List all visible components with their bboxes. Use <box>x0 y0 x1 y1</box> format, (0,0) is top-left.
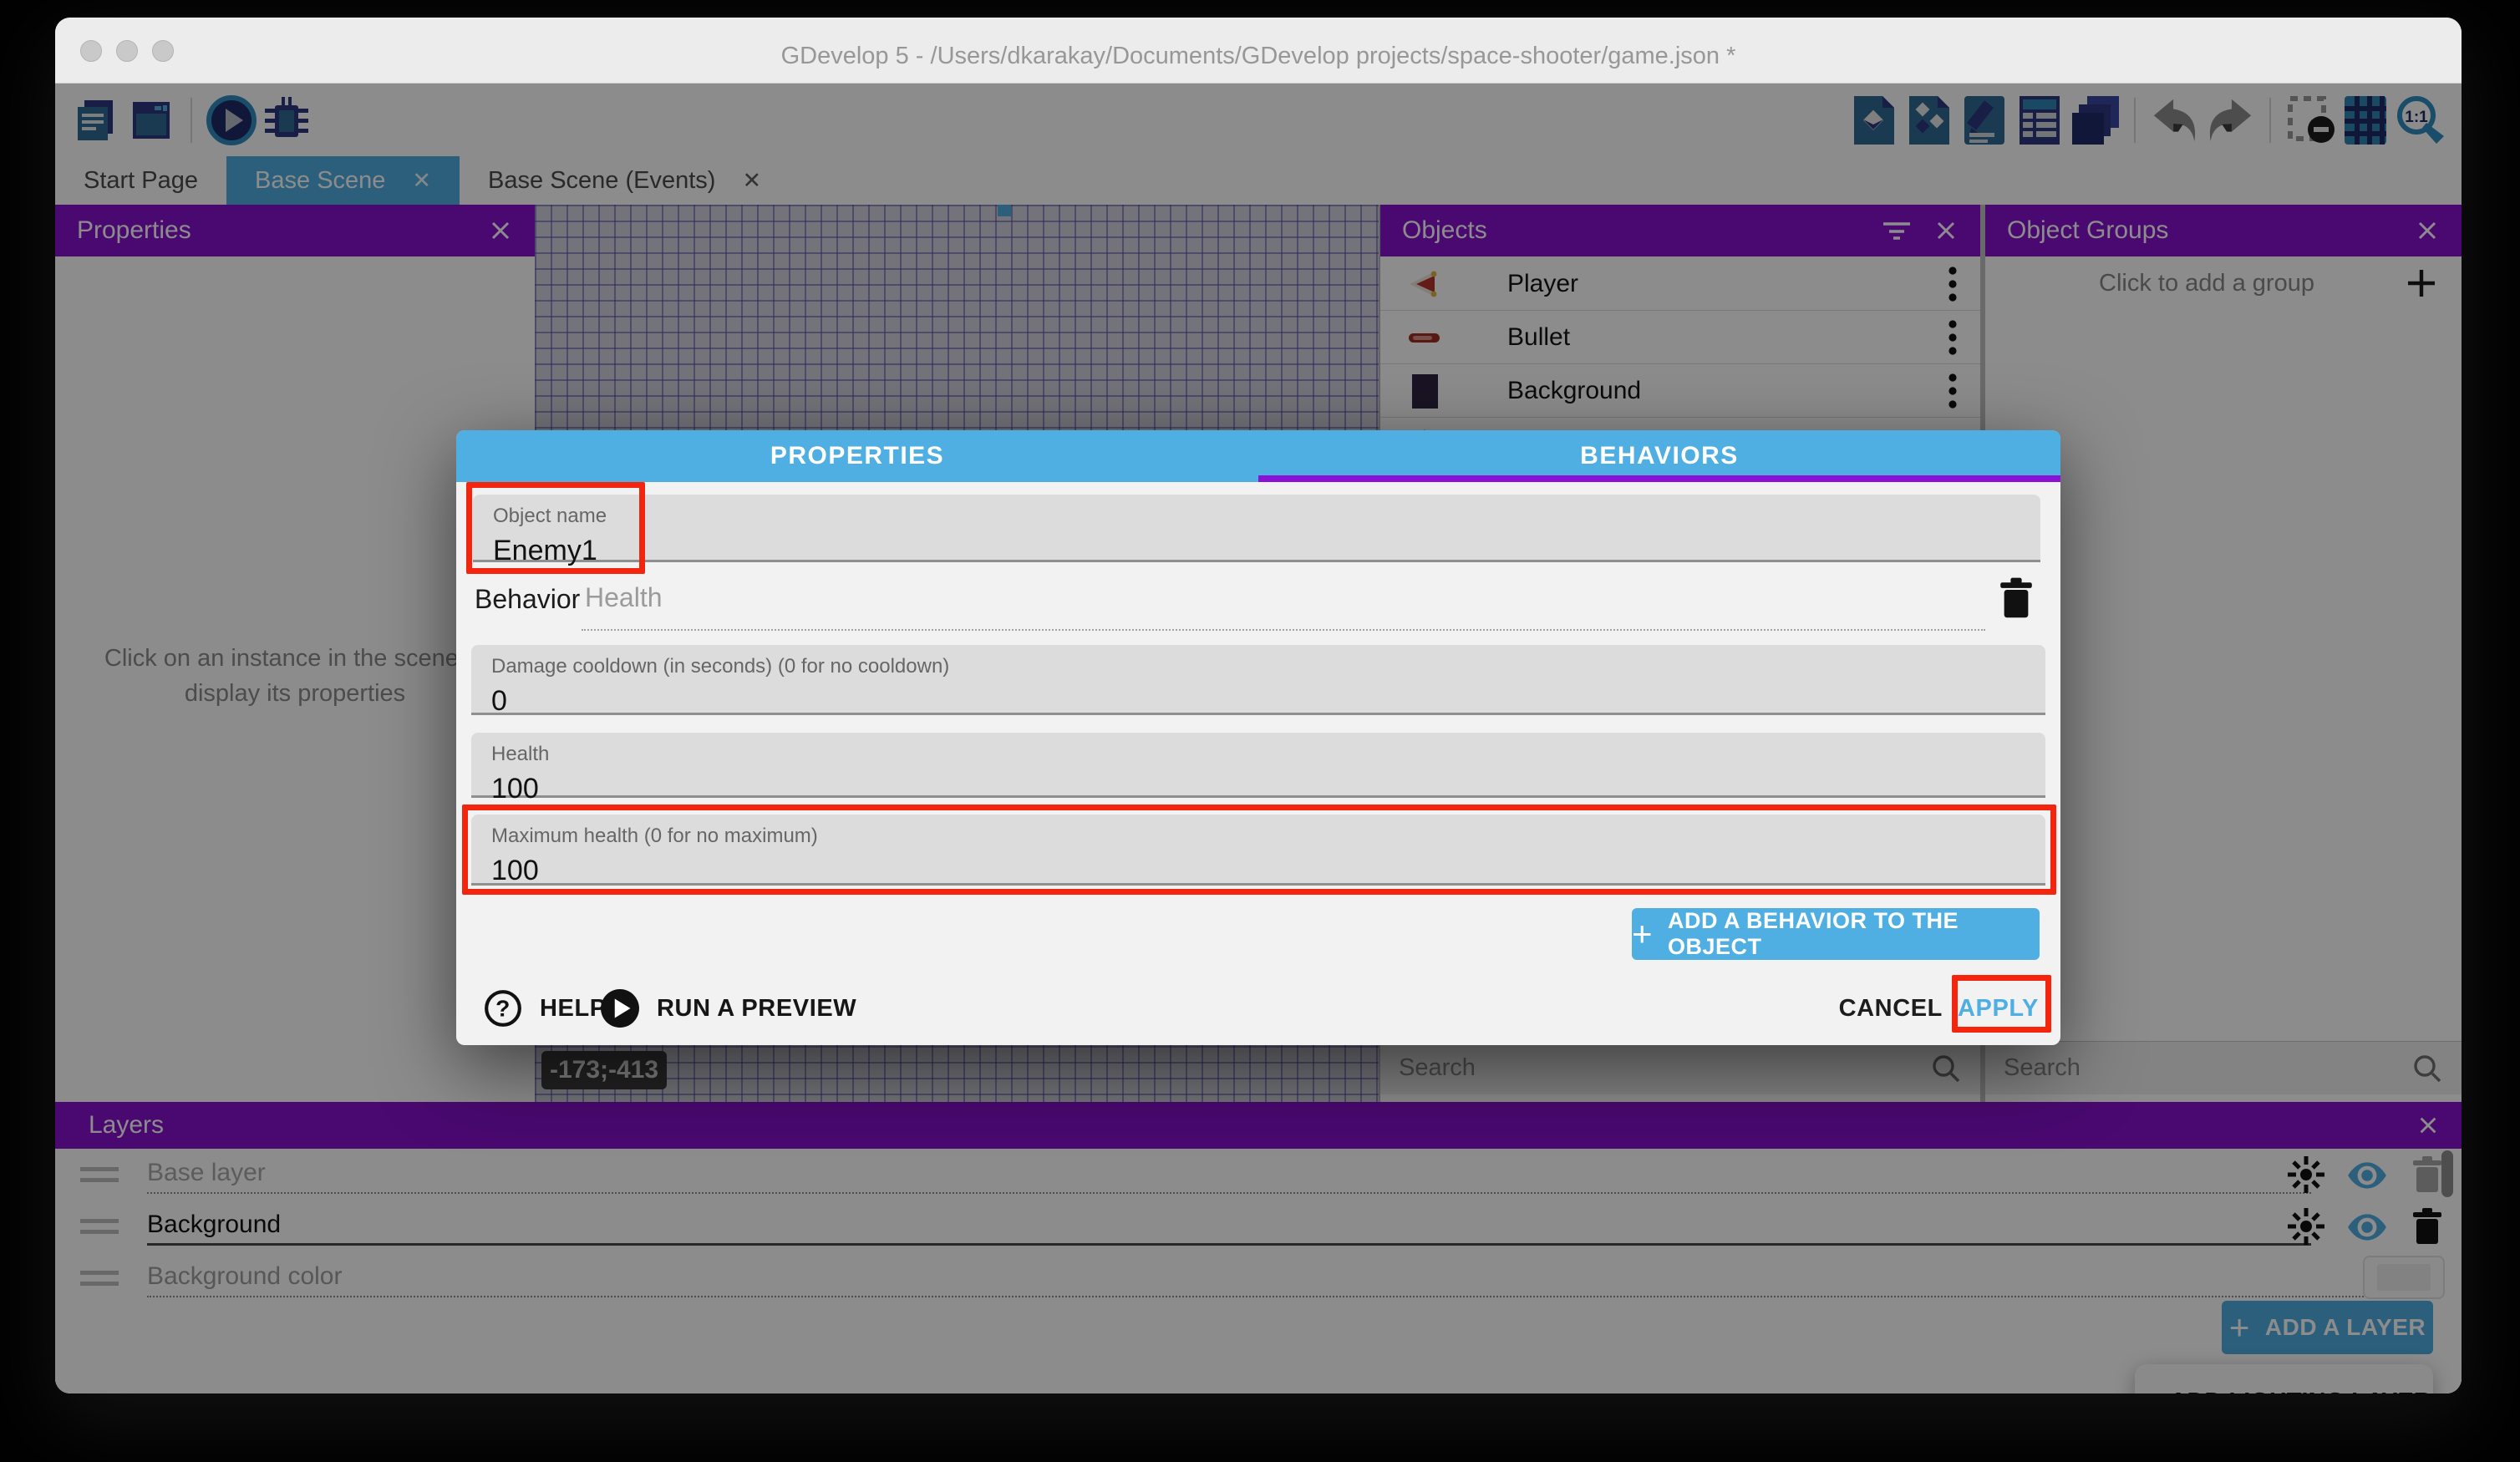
add-behavior-label: ADD A BEHAVIOR TO THE OBJECT <box>1668 908 2040 960</box>
cancel-label: CANCEL <box>1839 995 1943 1023</box>
svg-text:?: ? <box>495 994 511 1021</box>
delete-behavior-trash-icon[interactable] <box>1999 577 2034 619</box>
health-field[interactable]: Health 100 <box>471 733 2045 798</box>
behavior-name-underline <box>582 629 1985 631</box>
object-name-field-label: Object name <box>493 505 2020 528</box>
cancel-button[interactable]: CANCEL <box>1839 985 1943 1032</box>
app-window: GDevelop 5 - /Users/dkarakay/Documents/G… <box>55 18 2462 1393</box>
damage-cooldown-label: Damage cooldown (in seconds) (0 for no c… <box>491 655 2025 678</box>
health-label: Health <box>491 743 2025 766</box>
titlebar: GDevelop 5 - /Users/dkarakay/Documents/G… <box>55 18 2462 84</box>
annotation-apply-box <box>1952 975 2051 1033</box>
health-value: 100 <box>491 773 2025 805</box>
window-title: GDevelop 5 - /Users/dkarakay/Documents/G… <box>55 43 2462 70</box>
behavior-name-input[interactable]: Health <box>585 582 663 613</box>
annotation-object-name-box <box>466 482 645 574</box>
damage-cooldown-field[interactable]: Damage cooldown (in seconds) (0 for no c… <box>471 645 2045 715</box>
run-preview-button[interactable]: RUN A PREVIEW <box>600 985 856 1032</box>
help-label: HELP <box>540 995 607 1023</box>
dialog-tab-properties[interactable]: PROPERTIES <box>456 430 1258 482</box>
active-tab-indicator <box>1258 475 2060 482</box>
run-preview-label: RUN A PREVIEW <box>657 995 856 1023</box>
screenshot-root: GDevelop 5 - /Users/dkarakay/Documents/G… <box>0 0 2520 1462</box>
dialog-tab-behaviors[interactable]: BEHAVIORS <box>1258 430 2060 482</box>
add-behavior-button[interactable]: + ADD A BEHAVIOR TO THE OBJECT <box>1632 908 2040 960</box>
dialog-tab-label: PROPERTIES <box>770 442 944 470</box>
annotation-maximum-health-box <box>462 805 2056 895</box>
help-button[interactable]: ? HELP <box>483 985 607 1032</box>
object-name-field-value: Enemy1 <box>493 535 2020 567</box>
behavior-row-label: Behavior <box>475 584 580 615</box>
play-circle-icon <box>600 988 640 1028</box>
dialog-tabbar: PROPERTIES BEHAVIORS <box>456 430 2060 482</box>
help-circle-icon: ? <box>483 988 523 1028</box>
object-editor-dialog: PROPERTIES BEHAVIORS Object name Enemy1 … <box>456 430 2060 1045</box>
dialog-tab-label: BEHAVIORS <box>1580 442 1739 470</box>
damage-cooldown-value: 0 <box>491 685 2025 718</box>
object-name-field[interactable]: Object name Enemy1 <box>473 495 2040 562</box>
